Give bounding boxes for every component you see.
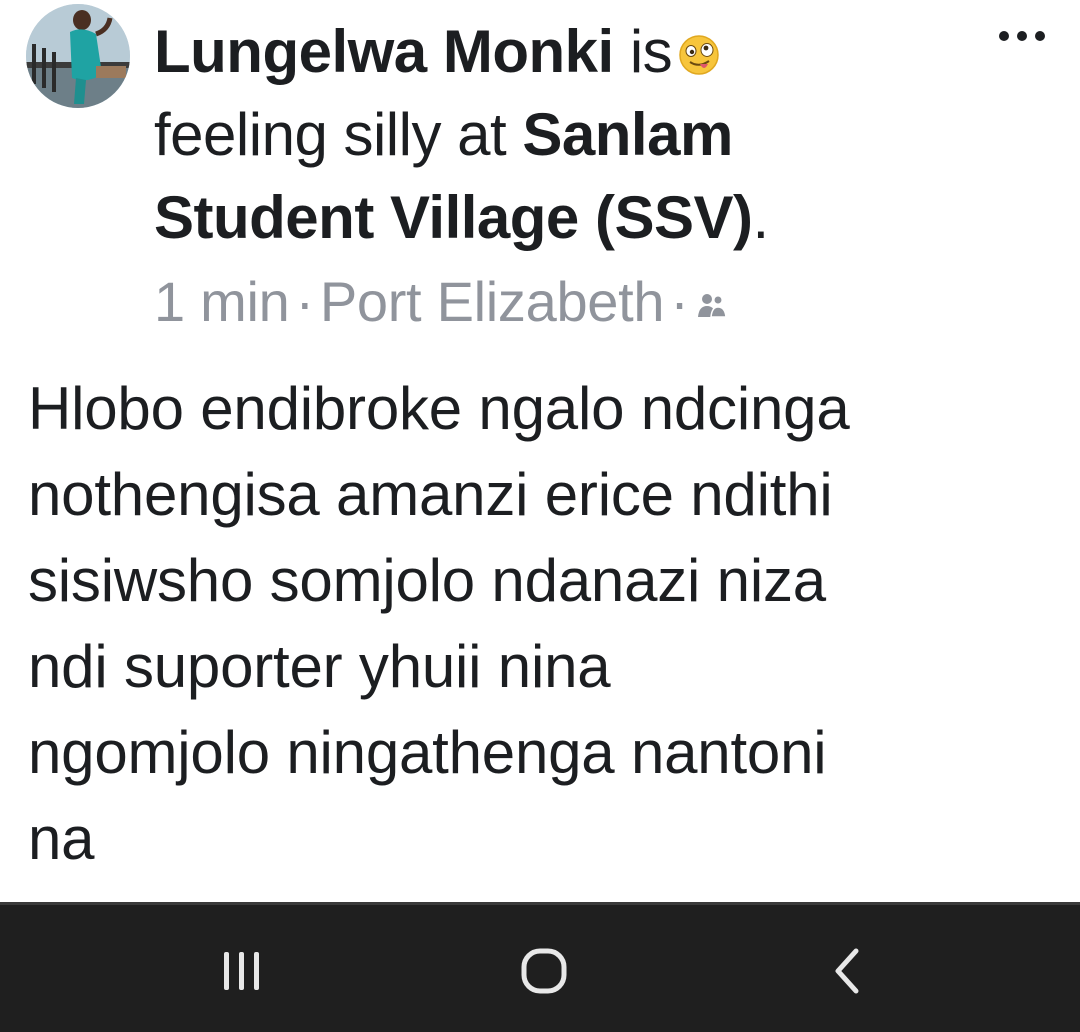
more-options-icon[interactable] bbox=[994, 18, 1050, 54]
activity-feeling: feeling silly at bbox=[154, 101, 523, 168]
location-name-line1[interactable]: Sanlam bbox=[522, 101, 733, 168]
post-header: Lungelwa Monki is feeling silly at Sanla… bbox=[0, 0, 1080, 340]
post-header-text: Lungelwa Monki is feeling silly at Sanla… bbox=[154, 10, 954, 259]
meta-separator: · bbox=[670, 270, 689, 333]
post-meta: 1 min · Port Elizabeth · bbox=[154, 262, 729, 340]
silly-face-emoji-icon bbox=[678, 14, 720, 75]
post-body-line: ngomjolo ningathenga nantoni bbox=[28, 719, 827, 786]
post-body: Hlobo endibroke ngalo ndcinga nothengisa… bbox=[28, 366, 1058, 882]
post-body-line: ndi suporter yhuii nina bbox=[28, 633, 611, 700]
post-body-line: sisiwsho somjolo ndanazi niza bbox=[28, 547, 826, 614]
activity-prefix: is bbox=[613, 18, 673, 85]
post-body-line: nothengisa amanzi erice ndithi bbox=[28, 461, 833, 528]
location-name-line2[interactable]: Student Village (SSV) bbox=[154, 184, 753, 251]
post-body-line: Hlobo endibroke ngalo ndcinga bbox=[28, 375, 850, 442]
post-place[interactable]: Port Elizabeth bbox=[320, 270, 665, 333]
author-name[interactable]: Lungelwa Monki bbox=[154, 18, 614, 85]
back-icon[interactable] bbox=[808, 935, 888, 1005]
friends-icon[interactable] bbox=[695, 262, 729, 318]
avatar[interactable] bbox=[26, 4, 130, 108]
location-period: . bbox=[752, 184, 770, 251]
recent-apps-icon[interactable] bbox=[202, 935, 282, 1005]
home-icon[interactable] bbox=[504, 935, 584, 1005]
post-time[interactable]: 1 min bbox=[154, 270, 290, 333]
meta-separator: · bbox=[295, 270, 314, 333]
post-body-line: na bbox=[28, 805, 95, 872]
facebook-post-screen: Lungelwa Monki is feeling silly at Sanla… bbox=[0, 0, 1080, 1032]
